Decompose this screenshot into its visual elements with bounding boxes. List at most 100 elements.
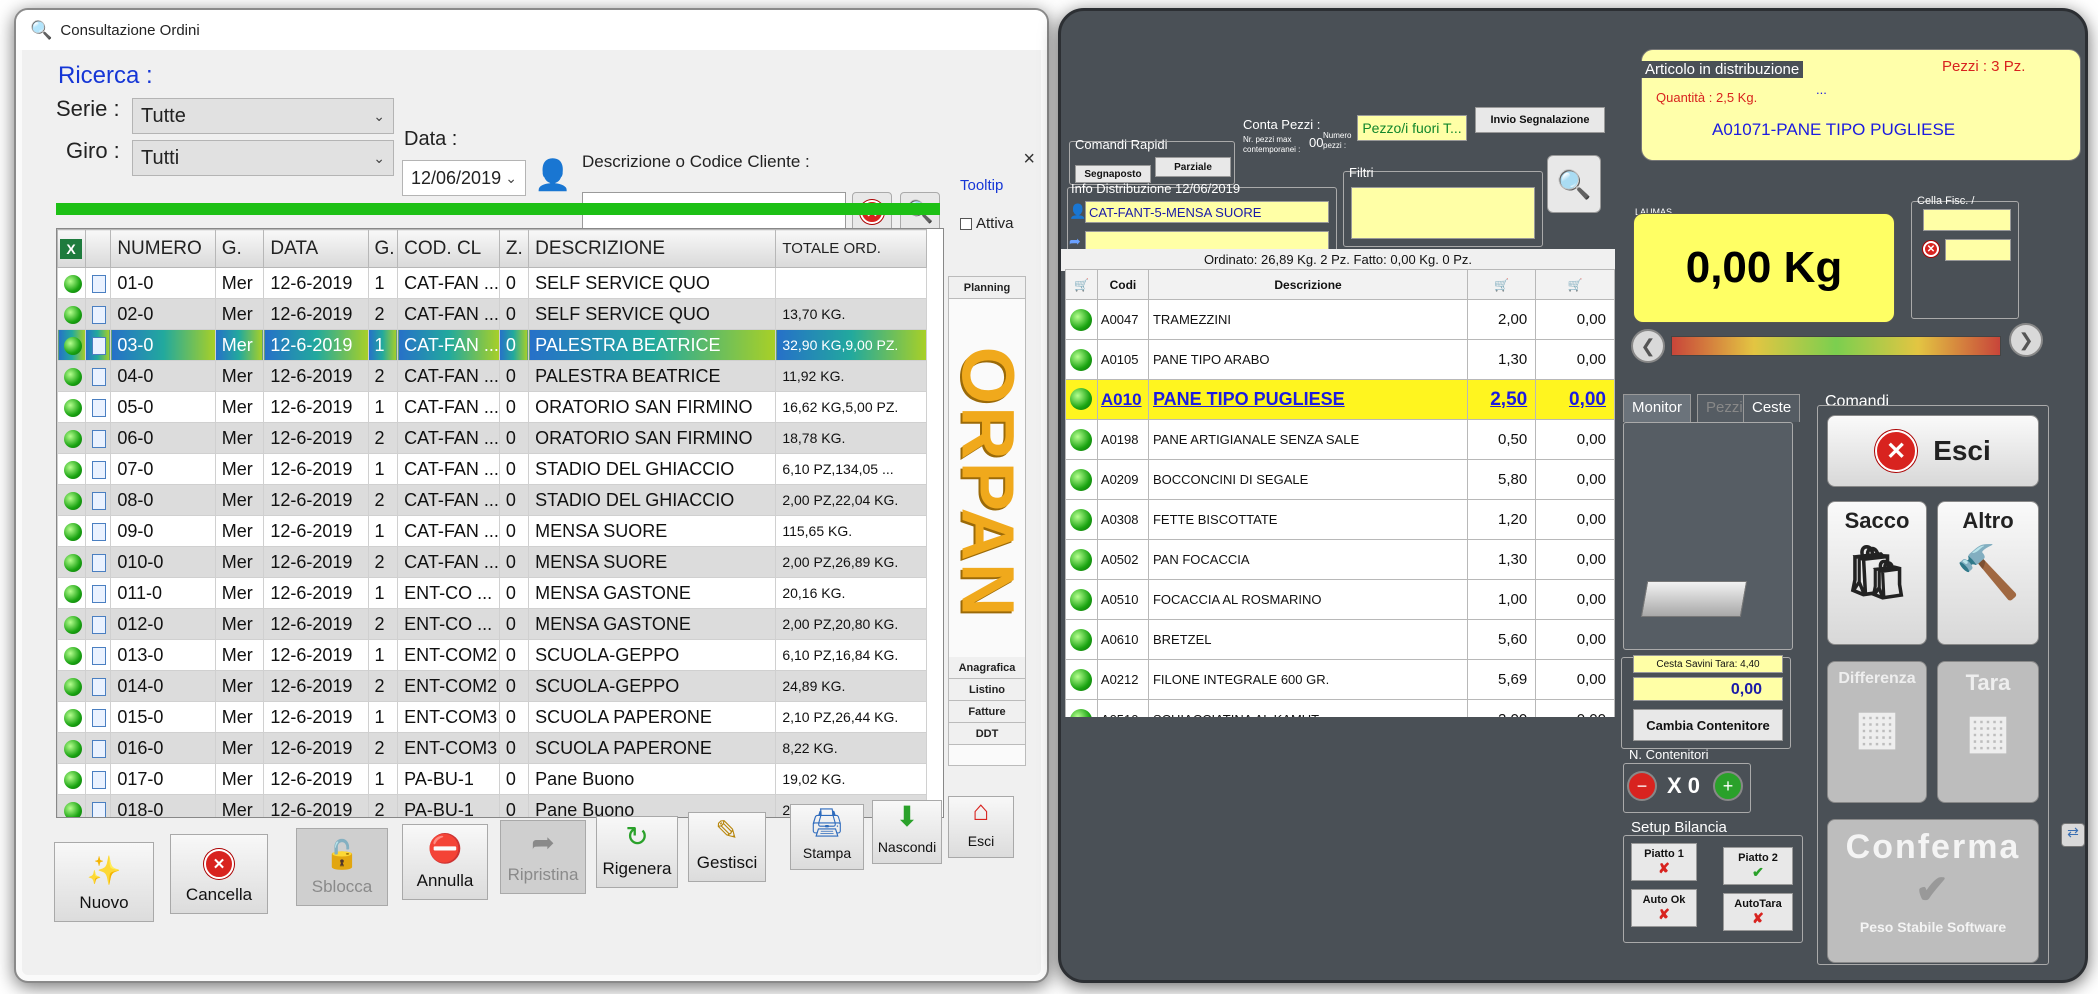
attiva-checkbox[interactable]: Attiva (960, 215, 1014, 232)
article-row[interactable]: A0047 TRAMEZZINI 2,00 0,00 (1065, 299, 1615, 340)
sblocca-button[interactable]: 🔓 Sblocca (296, 828, 388, 906)
giro-select[interactable]: Tutti ⌄ (132, 140, 394, 176)
col-codi[interactable]: Codi (1096, 269, 1149, 300)
add-container-button[interactable]: + (1713, 771, 1743, 801)
excel-export[interactable]: X (57, 229, 86, 268)
piatto2-button[interactable]: Piatto 2 ✔ (1723, 847, 1793, 885)
table-row[interactable]: 010-0 Mer 12-6-2019 2 CAT-FAN ... 0 MENSA SUOR… (57, 546, 927, 578)
col-totale[interactable]: TOTALE ORD. (775, 229, 927, 268)
doc-cell[interactable] (84, 701, 112, 733)
cambia-contenitore-button[interactable]: Cambia Contenitore (1633, 709, 1783, 741)
serie-select[interactable]: Tutte ⌄ (132, 98, 394, 134)
table-row[interactable]: 06-0 Mer 12-6-2019 2 CAT-FAN ... 0 ORATORIO SA… (57, 422, 927, 454)
table-row[interactable]: 03-0 Mer 12-6-2019 1 CAT-FAN ... 0 PALESTRA BE… (57, 329, 927, 361)
scale-right-button[interactable]: ❯ (2009, 323, 2043, 357)
altro-button[interactable]: Altro 🔨 (1937, 501, 2039, 645)
article-row[interactable]: A0105 PANE TIPO ARABO 1,30 0,00 (1065, 339, 1615, 380)
article-row[interactable]: A0308 FETTE BISCOTTATE 1,20 0,00 (1065, 499, 1615, 540)
side-toggle-button[interactable]: ⇄ (2061, 823, 2085, 847)
doc-cell[interactable] (84, 267, 112, 299)
doc-cell[interactable] (84, 298, 112, 330)
col-fatto[interactable]: 🛒 (1535, 269, 1615, 300)
doc-cell[interactable] (84, 763, 112, 795)
user-icon[interactable]: 👤 (534, 158, 571, 193)
tara-button[interactable]: Tara ▦ (1937, 661, 2039, 803)
rigenera-button[interactable]: ↻ Rigenera (596, 816, 678, 888)
table-row[interactable]: 08-0 Mer 12-6-2019 2 CAT-FAN ... 0 STADIO DEL … (57, 484, 927, 516)
article-row[interactable]: A0198 PANE ARTIGIANALE SENZA SALE 0,50 0,00 (1065, 419, 1615, 460)
col-numero[interactable]: NUMERO (110, 229, 216, 268)
doc-cell[interactable] (84, 639, 112, 671)
doc-cell[interactable] (84, 515, 112, 547)
tab-monitor[interactable]: Monitor (1623, 394, 1692, 422)
col-data[interactable]: DATA (263, 229, 369, 268)
col-descrizione[interactable]: Descrizione (1147, 269, 1469, 300)
table-row[interactable]: 015-0 Mer 12-6-2019 1 ENT-COM3 0 SCUOLA PAPERO… (57, 701, 927, 733)
doc-cell[interactable] (84, 577, 112, 609)
fatture-button[interactable]: Fatture (949, 701, 1025, 723)
doc-cell[interactable] (84, 546, 112, 578)
table-row[interactable]: 011-0 Mer 12-6-2019 1 ENT-CO ... 0 MENSA GASTO… (57, 577, 927, 609)
parziale-button[interactable]: Parziale (1155, 157, 1231, 177)
table-row[interactable]: 01-0 Mer 12-6-2019 1 CAT-FAN ... 0 SELF SERVIC… (57, 267, 927, 299)
anagrafica-button[interactable]: Anagrafica (949, 657, 1025, 679)
table-row[interactable]: 013-0 Mer 12-6-2019 1 ENT-COM2 0 SCUOLA-GEPPO 6… (57, 639, 927, 671)
cella-field-1[interactable] (1923, 209, 2011, 231)
table-row[interactable]: 04-0 Mer 12-6-2019 2 CAT-FAN ... 0 PALESTRA BE… (57, 360, 927, 392)
doc-cell[interactable] (84, 670, 112, 702)
article-row[interactable]: A0510 FOCACCIA AL ROSMARINO 1,00 0,00 (1065, 579, 1615, 620)
annulla-button[interactable]: ⛔ Annulla (402, 824, 488, 900)
col-g2[interactable]: G. (367, 229, 399, 268)
table-row[interactable]: 017-0 Mer 12-6-2019 1 PA-BU-1 0 Pane Buono 19,0… (57, 763, 927, 795)
info-extra-field[interactable] (1085, 231, 1329, 251)
table-row[interactable]: 05-0 Mer 12-6-2019 1 CAT-FAN ... 0 ORATORIO SA… (57, 391, 927, 423)
doc-cell[interactable] (84, 608, 112, 640)
cancella-button[interactable]: ✕ Cancella (170, 834, 268, 914)
conferma-button[interactable]: Conferma ✔ Peso Stabile Software (1827, 819, 2039, 963)
differenza-button[interactable]: Differenza ▦ (1827, 661, 1927, 803)
tab-ceste[interactable]: Ceste (1743, 394, 1801, 422)
checkbox[interactable] (960, 217, 972, 230)
date-picker[interactable]: 12/06/2019 ⌄ (402, 160, 526, 196)
nascondi-button[interactable]: ⬇ Nascondi (872, 800, 942, 864)
stampa-button[interactable]: 🖨 Stampa (790, 804, 864, 870)
table-row[interactable]: 09-0 Mer 12-6-2019 1 CAT-FAN ... 0 MENSA SUORE… (57, 515, 927, 547)
table-row[interactable]: 07-0 Mer 12-6-2019 1 CAT-FAN ... 0 STADIO DEL … (57, 453, 927, 485)
col-ordinato[interactable]: 🛒 (1467, 269, 1537, 300)
ripristina-button[interactable]: ➦ Ripristina (500, 820, 586, 894)
pezzo-fuori-field[interactable]: Pezzo/i fuori T... (1357, 115, 1467, 141)
auto-ok-button[interactable]: Auto Ok ✘ (1631, 889, 1697, 927)
search-button[interactable]: 🔍 (1547, 155, 1601, 213)
cella-field-2[interactable] (1945, 239, 2011, 261)
article-row[interactable]: A0209 BOCCONCINI DI SEGALE 5,80 0,00 (1065, 459, 1615, 500)
table-row[interactable]: 012-0 Mer 12-6-2019 2 ENT-CO ... 0 MENSA GASTO… (57, 608, 927, 640)
doc-cell[interactable] (84, 329, 112, 361)
esci-command-button[interactable]: ✕ Esci (1827, 415, 2039, 487)
close-button[interactable]: × (1023, 148, 1035, 171)
remove-container-button[interactable]: − (1627, 771, 1657, 801)
article-row[interactable]: A0510SCHIACCIATINA AL KAMUT2,000,00 (1065, 699, 1615, 717)
article-row[interactable]: A0212 FILONE INTEGRALE 600 GR. 5,69 0,00 (1065, 659, 1615, 700)
table-row[interactable]: 014-0 Mer 12-6-2019 2 ENT-COM2 0 SCUOLA-GEPPO 2… (57, 670, 927, 702)
clear-cella[interactable]: ✕ (1923, 241, 1939, 257)
invio-segnalazione-button[interactable]: Invio Segnalazione (1475, 107, 1605, 133)
doc-cell[interactable] (84, 484, 112, 516)
col-z[interactable]: Z. (498, 229, 530, 268)
nuovo-button[interactable]: ✨ Nuovo (54, 842, 154, 922)
col-descrizione[interactable]: DESCRIZIONE (528, 229, 777, 268)
sacco-button[interactable]: Sacco 🛍 (1827, 501, 1927, 645)
doc-cell[interactable] (84, 360, 112, 392)
col-g[interactable]: G. (214, 229, 265, 268)
gestisci-button[interactable]: ✎ Gestisci (688, 812, 766, 882)
doc-cell[interactable] (84, 453, 112, 485)
doc-cell[interactable] (84, 422, 112, 454)
piatto1-button[interactable]: Piatto 1 ✘ (1631, 843, 1697, 881)
listino-button[interactable]: Listino (949, 679, 1025, 701)
table-row[interactable]: 016-0 Mer 12-6-2019 2 ENT-COM3 0 SCUOLA PAPERO… (57, 732, 927, 764)
article-row[interactable]: A0502 PAN FOCACCIA 1,30 0,00 (1065, 539, 1615, 580)
article-row[interactable]: A010 PANE TIPO PUGLIESE 2,50 0,00 (1065, 379, 1615, 420)
doc-cell[interactable] (84, 391, 112, 423)
table-row[interactable]: 02-0 Mer 12-6-2019 2 CAT-FAN ... 0 SELF SERVIC… (57, 298, 927, 330)
filtri-input[interactable] (1351, 187, 1535, 239)
doc-cell[interactable] (84, 794, 112, 817)
